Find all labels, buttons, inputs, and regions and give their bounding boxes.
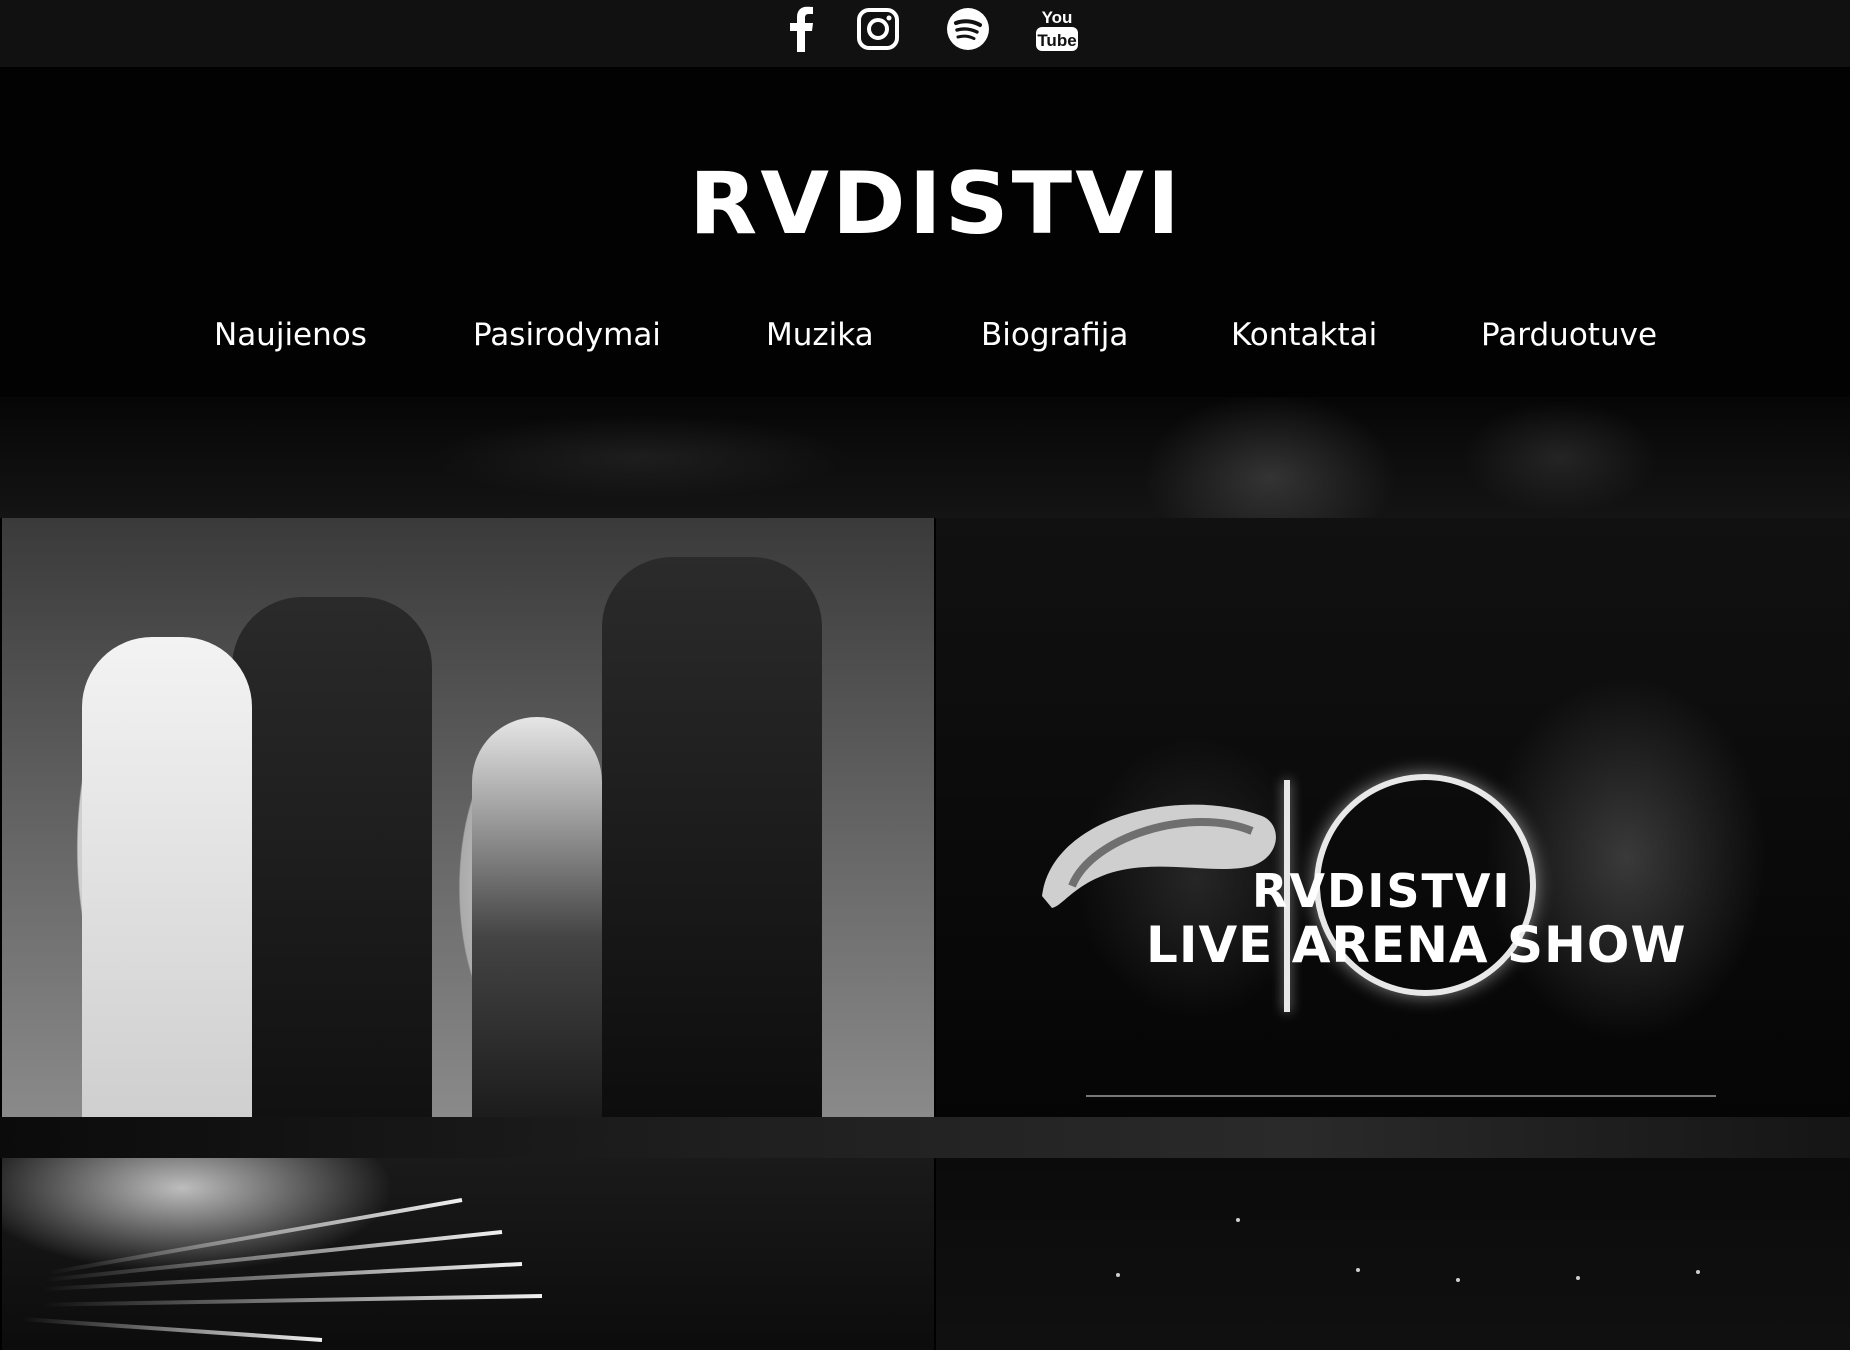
light-beam: [42, 1294, 543, 1307]
news-tile-dark-crowd[interactable]: [936, 1158, 1850, 1350]
photo-strip-divider: [0, 1117, 1850, 1158]
nav-item-kontaktai[interactable]: Kontaktai: [1231, 300, 1377, 370]
news-tile-live-arena-show[interactable]: RVDISTVI LIVE ARENA SHOW: [936, 518, 1850, 1117]
logo-text: RVDISTVI: [689, 163, 1183, 239]
light-beam: [22, 1317, 323, 1342]
news-tile-concert-lights[interactable]: [2, 1158, 934, 1350]
social-bar: You Tube: [0, 0, 1850, 67]
site-logo[interactable]: RVDISTVI: [688, 163, 1184, 239]
nav-item-muzika[interactable]: Muzika: [766, 300, 874, 370]
nav-item-biografija[interactable]: Biografija: [981, 300, 1128, 370]
light-dot: [1456, 1278, 1460, 1282]
nav-item-pasirodymai[interactable]: Pasirodymai: [473, 300, 661, 370]
photo-figure: [82, 637, 252, 1117]
youtube-label-top: You: [1042, 8, 1073, 27]
facebook-icon[interactable]: [786, 0, 816, 58]
instagram-icon[interactable]: [855, 0, 901, 58]
site-header: RVDISTVI Naujienos Pasirodymai Muzika Bi…: [0, 67, 1850, 518]
main-nav: Naujienos Pasirodymai Muzika Biografija …: [0, 300, 1850, 370]
photo-figure: [232, 597, 432, 1117]
news-tile-group-photo[interactable]: [2, 518, 934, 1117]
photo-figure: [472, 717, 602, 1117]
photo-figure: [602, 557, 822, 1117]
youtube-icon[interactable]: You Tube: [1035, 0, 1079, 58]
youtube-label-bottom: Tube: [1037, 31, 1076, 50]
light-beam: [42, 1262, 523, 1292]
light-dot: [1356, 1268, 1360, 1272]
light-dot: [1116, 1273, 1120, 1277]
spotify-icon[interactable]: [945, 0, 991, 58]
show-logo-text: RVDISTVI: [1252, 864, 1512, 918]
light-beam: [48, 1198, 463, 1275]
show-underline: [1086, 1095, 1716, 1097]
show-title-text: LIVE ARENA SHOW: [1146, 916, 1687, 974]
light-dot: [1236, 1218, 1240, 1222]
nav-item-naujienos[interactable]: Naujienos: [214, 300, 367, 370]
light-dot: [1696, 1270, 1700, 1274]
nav-item-parduotuve[interactable]: Parduotuve: [1481, 300, 1657, 370]
light-dot: [1576, 1276, 1580, 1280]
header-background-photo: [0, 397, 1850, 518]
